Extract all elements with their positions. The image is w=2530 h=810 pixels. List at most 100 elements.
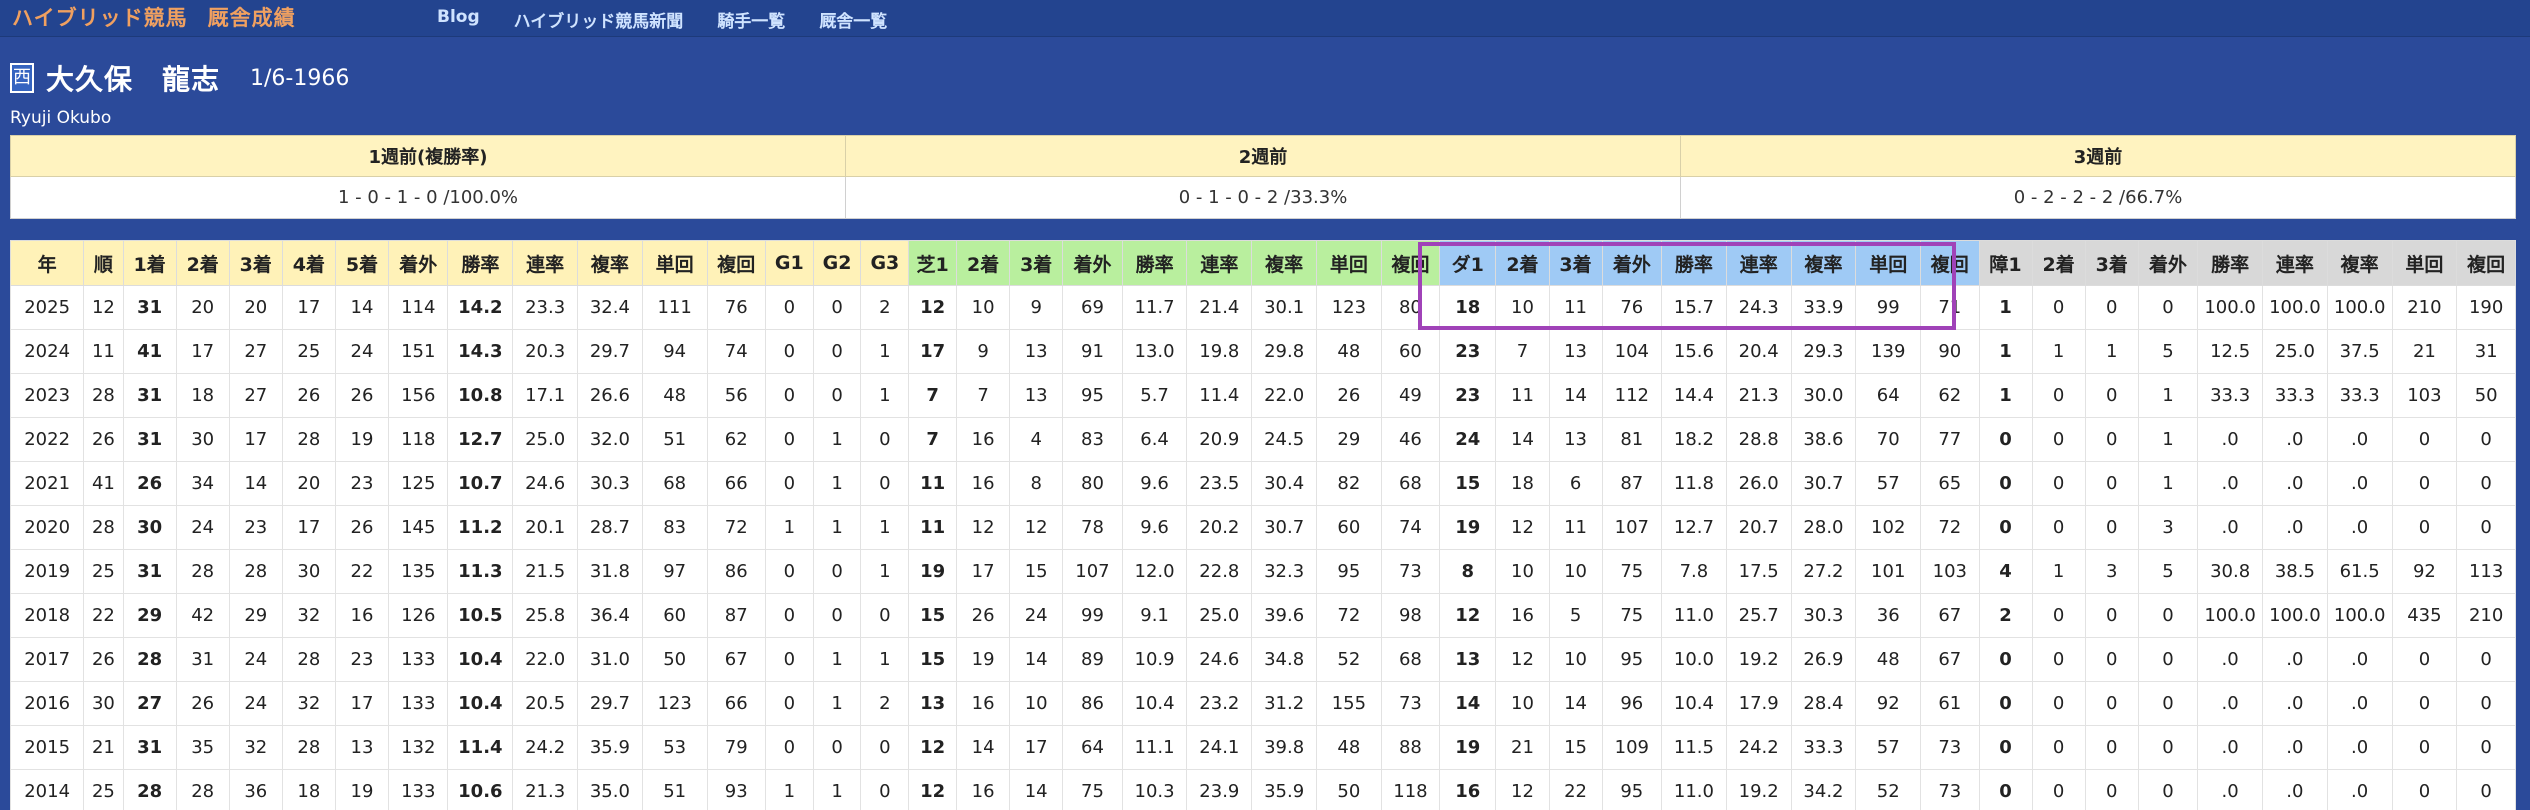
year-cell: 2023 [9,373,85,418]
stat-cell: 13 [1009,373,1064,418]
stat-cell: 19 [1439,725,1497,770]
stats-header-all-6: 5着 [334,240,390,286]
stat-cell: 1 [764,769,814,810]
stat-cell: 9.6 [1121,461,1188,506]
stat-cell: 34.2 [1790,769,1857,810]
nav-link-blog[interactable]: Blog [437,7,480,32]
stat-cell: 30 [175,417,230,462]
stat-cell: 9.1 [1121,593,1188,638]
stat-cell: 1 [812,505,862,550]
stat-cell: 0 [2031,417,2086,462]
stat-cell: 24 [175,505,230,550]
stat-cell: 24.3 [1725,285,1792,330]
stat-cell: 17 [281,505,336,550]
stat-cell: 12 [908,725,958,770]
stat-cell: .0 [2197,681,2263,726]
stat-cell: 8 [1439,549,1497,594]
stat-cell: 67 [706,637,766,682]
stats-header-dirt-32: 単回 [1855,240,1922,286]
stat-cell: 0 [2456,681,2516,726]
weekly-value-3: 0 - 2 - 2 - 2 /66.7% [1680,176,2516,219]
stat-cell: 24 [334,329,390,374]
stat-cell: 6 [1548,461,1603,506]
stat-cell: 15 [1439,461,1497,506]
stat-cell: .0 [2326,769,2393,810]
stat-cell: 5 [1548,593,1603,638]
nav-link-newspaper[interactable]: ハイブリッド競馬新聞 [514,7,684,32]
stat-cell: 0 [764,417,814,462]
stat-cell: 65 [1920,461,1980,506]
stat-cell: 90 [1920,329,1980,374]
stat-cell: 20.9 [1186,417,1253,462]
stat-cell: 60 [1380,329,1441,374]
table-row: 2015 21 31 35 32 28 13 132 11.4 24.2 35.9 53 79 0 0 0 12… [9,725,2516,770]
stat-cell: 24.6 [1186,637,1253,682]
stat-cell: 0 [1978,637,2033,682]
stat-cell: 56 [706,373,766,418]
stat-cell: 0 [812,549,862,594]
stat-cell: 60 [1315,505,1382,550]
stat-cell: 13 [1009,329,1064,374]
stats-header-turf-16: 芝1 [908,240,958,286]
stat-cell: 33.9 [1790,285,1857,330]
stat-cell: 210 [2391,285,2458,330]
stat-cell: 48 [1315,725,1382,770]
brand-title[interactable]: ハイブリッド競馬 厩舎成績 [12,2,316,32]
stat-cell: 1 [1978,329,2033,374]
nav-link-stable-list[interactable]: 厩舎一覧 [819,7,887,32]
stat-cell: 126 [388,593,449,638]
stat-cell: 10.5 [447,593,514,638]
stat-cell: 39.6 [1251,593,1317,638]
stat-cell: 25.8 [512,593,578,638]
stat-cell: 72 [1315,593,1382,638]
stat-cell: 36 [228,769,283,810]
stat-cell: 16 [334,593,390,638]
stat-cell: 25.7 [1725,593,1792,638]
stat-cell: 33.3 [2326,373,2393,418]
stat-cell: 98 [1380,593,1441,638]
stat-cell: 1 [2031,329,2086,374]
stat-cell: 0 [2456,461,2516,506]
stat-cell: 16 [956,681,1011,726]
stat-cell: 1 [812,769,862,810]
stats-header-dirt-25: ダ1 [1439,240,1497,286]
year-cell: 2014 [9,769,85,810]
stat-cell: 25.0 [1186,593,1253,638]
stat-cell: .0 [2197,417,2263,462]
stat-cell: 17 [908,329,958,374]
stat-cell: 99 [1855,285,1922,330]
stat-cell: 28 [175,769,230,810]
stat-cell: 30.4 [1251,461,1317,506]
stat-cell: 10 [956,285,1011,330]
brand-section[interactable]: 厩舎成績 [208,6,296,30]
stat-cell: 11 [1548,505,1603,550]
stat-cell: 1 [1978,285,2033,330]
nav-link-jockey-list[interactable]: 騎手一覧 [717,7,785,32]
stat-cell: 26.0 [1725,461,1792,506]
stat-cell: 11.0 [1661,593,1727,638]
stat-cell: 31.2 [1251,681,1317,726]
stat-cell: 75 [1601,549,1663,594]
stat-cell: 95 [1062,373,1123,418]
stat-cell: 23.5 [1186,461,1253,506]
stat-cell: 16 [1495,593,1550,638]
stat-cell: 0 [2456,505,2516,550]
stat-cell: 10 [1495,285,1550,330]
stat-cell: 0 [1978,681,2033,726]
stat-cell: 36 [1855,593,1922,638]
stats-header-all-0: 年 [9,240,85,286]
stat-cell: 100.0 [2326,593,2393,638]
stat-cell: 66 [706,461,766,506]
stat-cell: 0 [2084,725,2139,770]
stat-cell: 0 [764,329,814,374]
stat-cell: 16 [956,461,1011,506]
stat-cell: 35.0 [577,769,643,810]
stat-cell: 19.2 [1725,769,1792,810]
stat-cell: 53 [641,725,708,770]
brand-name[interactable]: ハイブリッド競馬 [12,6,188,30]
stat-cell: 20 [175,285,230,330]
stat-cell: 14 [334,285,390,330]
stat-cell: 82 [1315,461,1382,506]
stat-cell: 29.8 [1251,329,1317,374]
stat-cell: 10 [1009,681,1064,726]
